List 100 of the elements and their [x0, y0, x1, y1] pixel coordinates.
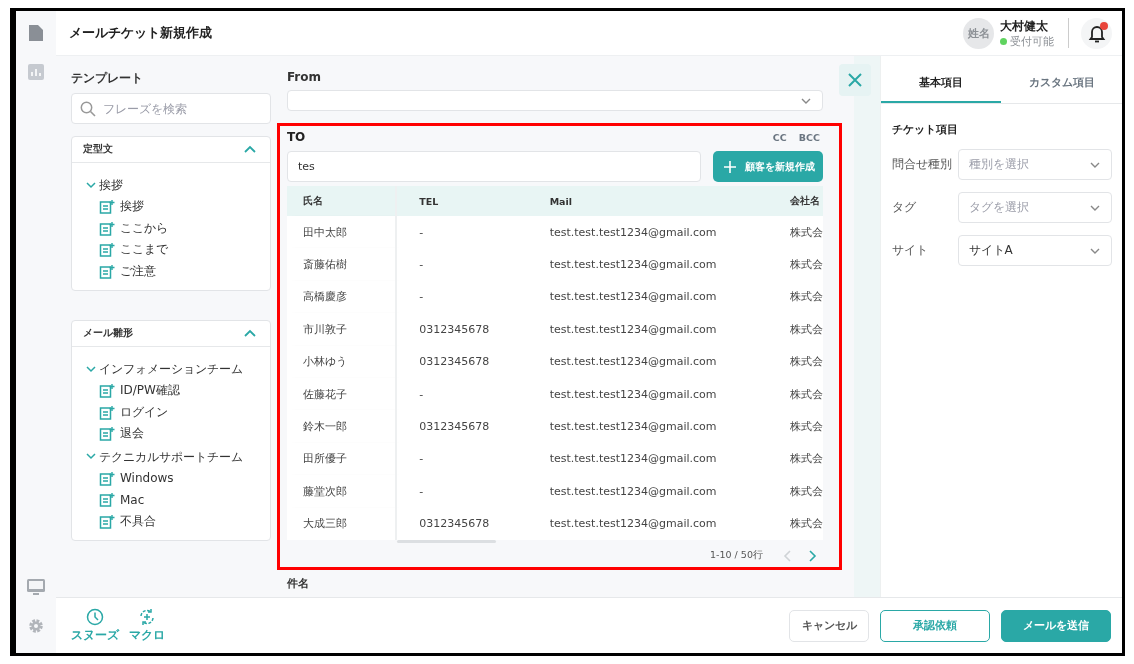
table-cell: 高橋慶彦 [286, 280, 397, 314]
table-cell: 株式会 [767, 410, 823, 443]
close-button[interactable] [838, 64, 871, 96]
table-cell: 0312345678 [396, 410, 528, 443]
table-cell: 株式会 [767, 442, 823, 476]
status-dot [1000, 38, 1007, 45]
field-label: サイト [891, 243, 929, 258]
document-plus-icon [99, 513, 115, 529]
table-cell: 田中太郎 [286, 216, 397, 249]
table-cell: 大成三郎 [286, 507, 397, 540]
table-cell: test.test.test1234@gmail.com [527, 280, 768, 314]
table-cell: 鈴木一郎 [286, 410, 397, 443]
template-item[interactable]: 不具合 [86, 510, 270, 532]
table-cell: test.test.test1234@gmail.com [527, 377, 768, 411]
table-cell: test.test.test1234@gmail.com [527, 475, 768, 508]
field-label: 件名 [286, 576, 310, 591]
table-cell: 株式会 [767, 248, 823, 281]
tab[interactable]: カスタム項目 [1001, 64, 1122, 103]
table-cell: test.test.test1234@gmail.com [527, 507, 768, 540]
field-label: TO [286, 130, 306, 144]
template-item[interactable]: ログイン [86, 401, 270, 423]
chart-icon[interactable] [28, 64, 44, 80]
chevron-left-icon [782, 549, 792, 562]
search-icon [80, 101, 96, 117]
column-header: TEL [396, 186, 528, 216]
document-plus-icon [99, 220, 115, 236]
document-plus-icon [99, 492, 115, 508]
from-select[interactable] [286, 90, 823, 111]
field-label: From [286, 70, 323, 84]
cancel-button[interactable]: キャンセル [789, 609, 869, 642]
table-cell: 藤堂次郎 [286, 475, 397, 508]
recipient-link[interactable]: CC [772, 131, 787, 143]
tree-folder[interactable]: 挨拶 [86, 175, 270, 196]
avatar: 姓名 [963, 17, 994, 49]
tab[interactable]: 基本項目 [880, 64, 1002, 103]
document-icon[interactable] [28, 24, 44, 42]
refresh-plus-icon [138, 607, 156, 626]
bell-icon [1087, 23, 1106, 43]
template-item[interactable]: 退会 [86, 423, 270, 445]
table-cell: test.test.test1234@gmail.com [527, 216, 768, 249]
table-cell: 株式会 [767, 475, 823, 508]
template-item[interactable]: ここから [86, 217, 270, 239]
settings-icon[interactable] [27, 617, 45, 635]
template-item[interactable]: Mac [86, 489, 270, 511]
accordion-header[interactable]: メール雛形 [72, 321, 270, 347]
recipient-link[interactable]: BCC [798, 131, 820, 143]
table-cell: - [396, 475, 528, 508]
table-cell: - [396, 442, 528, 476]
table-cell: test.test.test1234@gmail.com [527, 442, 768, 476]
table-cell: 株式会 [767, 507, 823, 540]
column-header: 氏名 [286, 186, 397, 216]
section-label: テンプレート [71, 70, 144, 87]
table-cell: 0312345678 [396, 345, 528, 378]
pagination-text: 1-10 / 50行 [710, 549, 763, 563]
plus-icon [723, 160, 736, 173]
column-header: 会社名 [767, 186, 823, 216]
table-cell: 小林ゆう [286, 345, 397, 378]
table-cell: 株式会 [767, 313, 823, 346]
field-label: タグ [891, 200, 917, 215]
table-cell: 田所優子 [286, 442, 397, 476]
recipient-search-field[interactable]: tes [286, 151, 701, 182]
template-item[interactable]: ご注意 [86, 260, 270, 282]
search-field[interactable]: フレーズを検索 [71, 93, 271, 124]
table-cell: 0312345678 [396, 507, 528, 540]
document-plus-icon [99, 426, 115, 442]
document-plus-icon [99, 242, 115, 258]
tree-folder[interactable]: インフォメーションチーム [86, 359, 270, 380]
document-plus-icon [99, 470, 115, 486]
table-cell: - [396, 377, 528, 411]
section-title: チケット項目 [890, 122, 959, 138]
clock-icon [86, 607, 104, 626]
document-plus-icon [99, 199, 115, 215]
template-item[interactable]: 挨拶 [86, 196, 270, 218]
template-item[interactable]: Windows [86, 467, 270, 489]
document-plus-icon [99, 404, 115, 420]
monitor-icon[interactable] [27, 579, 45, 595]
document-plus-icon [99, 263, 115, 279]
table-cell: 市川敦子 [286, 313, 397, 346]
table-cell: 株式会 [767, 280, 823, 314]
table-cell: test.test.test1234@gmail.com [527, 248, 768, 281]
table-cell: 0312345678 [396, 313, 528, 346]
notification-button[interactable] [1081, 17, 1112, 49]
tree-folder[interactable]: テクニカルサポートチーム [86, 446, 270, 468]
table-cell: 株式会 [767, 216, 823, 249]
accordion-header[interactable]: 定型文 [72, 137, 270, 163]
document-plus-icon [99, 383, 115, 399]
column-header: Mail [527, 186, 768, 216]
table-cell: - [396, 216, 528, 249]
template-item[interactable]: ここまで [86, 239, 270, 261]
chevron-right-icon [807, 549, 817, 562]
dropdown[interactable]: サイトA [957, 235, 1112, 266]
table-cell: - [396, 248, 528, 281]
table-cell: - [396, 280, 528, 314]
table-cell: test.test.test1234@gmail.com [527, 313, 768, 346]
template-item[interactable]: ID/PW確認 [86, 380, 270, 402]
table-cell: 斎藤佑樹 [286, 248, 397, 281]
field-label: 問合せ種別 [891, 157, 953, 172]
table-cell: 株式会 [767, 345, 823, 378]
status-text: 受付可能 [1010, 34, 1054, 49]
table-cell: test.test.test1234@gmail.com [527, 345, 768, 378]
